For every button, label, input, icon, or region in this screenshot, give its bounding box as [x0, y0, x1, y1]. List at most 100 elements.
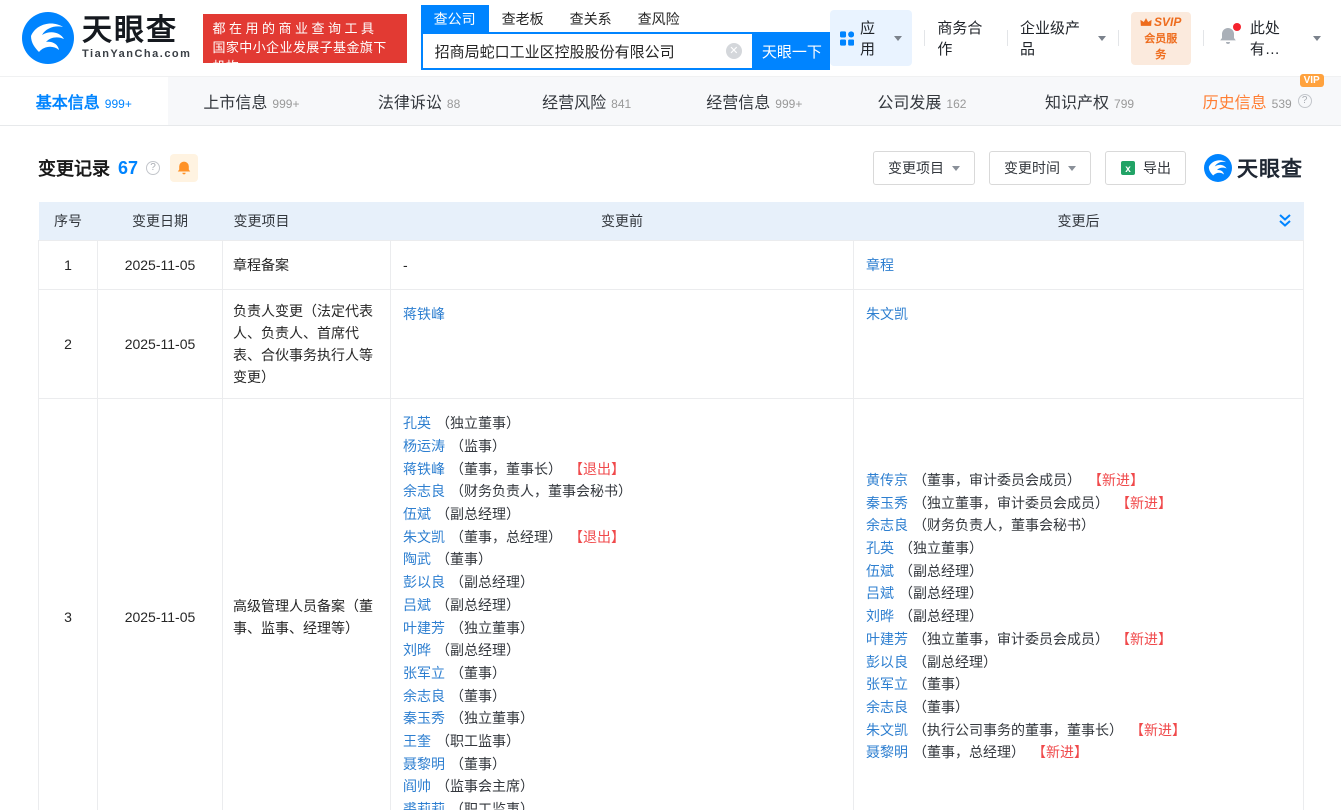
- tab-inner: 历史信息539VIP?: [1203, 89, 1312, 113]
- entity-link[interactable]: 余志良: [866, 699, 908, 715]
- entity-link[interactable]: 余志良: [403, 688, 445, 704]
- tab-count: 841: [611, 97, 631, 111]
- tab-count: 539: [1272, 97, 1292, 111]
- entity-role: （董事）: [436, 551, 492, 567]
- entity-link[interactable]: 蒋铁峰: [403, 461, 445, 477]
- tab-1[interactable]: 基本信息999+: [0, 77, 168, 125]
- tianyancha-logo-icon: [1204, 154, 1232, 182]
- entity-role: （副总经理）: [899, 563, 983, 579]
- entity-link[interactable]: 吕斌: [866, 585, 894, 601]
- entity-role: （董事）: [450, 665, 506, 681]
- tab-5[interactable]: 经营信息999+: [671, 77, 839, 125]
- expand-all-icon[interactable]: [1278, 213, 1292, 231]
- entity-role: （独立董事）: [450, 620, 534, 636]
- clear-icon[interactable]: ✕: [726, 43, 742, 59]
- entity-link[interactable]: 阎帅: [403, 778, 431, 794]
- entity-link[interactable]: 张军立: [866, 676, 908, 692]
- filter-change-time-button[interactable]: 变更时间: [989, 151, 1091, 185]
- entity-link[interactable]: 孔英: [866, 540, 894, 556]
- tab-4[interactable]: 经营风险841: [503, 77, 671, 125]
- change-entry: 朱文凯: [866, 303, 1291, 326]
- search-input[interactable]: [423, 34, 752, 68]
- entity-link[interactable]: 朱文凯: [403, 529, 445, 545]
- tab-3[interactable]: 法律诉讼88: [335, 77, 503, 125]
- entity-role: （董事，审计委员会成员）: [913, 472, 1081, 488]
- entity-link[interactable]: 黄传京: [866, 472, 908, 488]
- export-button[interactable]: x 导出: [1105, 151, 1186, 185]
- tab-count: 999+: [105, 97, 132, 111]
- cell-no: 1: [39, 240, 98, 290]
- change-entry: 秦玉秀（独立董事）: [403, 707, 841, 730]
- entity-link[interactable]: 朱文凯: [866, 722, 908, 738]
- entity-link[interactable]: 刘晔: [866, 608, 894, 624]
- search-button[interactable]: 天眼一下: [754, 32, 830, 70]
- brand-logo[interactable]: 天眼查 TianYanCha.com: [22, 12, 191, 64]
- entity-link[interactable]: 王奎: [403, 733, 431, 749]
- entity-role: （董事）: [913, 699, 969, 715]
- cell-before: 孔英（独立董事）杨运涛（监事）蒋铁峰（董事，董事长）【退出】余志良（财务负责人，…: [391, 399, 854, 810]
- tab-2[interactable]: 上市信息999+: [168, 77, 336, 125]
- business-cooperation-link[interactable]: 商务合作: [937, 17, 995, 59]
- cell-after: 朱文凯: [854, 290, 1304, 399]
- change-entry: 刘晔（副总经理）: [866, 605, 1291, 628]
- apps-menu[interactable]: 应用: [830, 10, 913, 66]
- notifications-bell-button[interactable]: [1218, 26, 1238, 51]
- tab-count: 88: [447, 97, 460, 111]
- entity-link[interactable]: 伍斌: [866, 563, 894, 579]
- change-entry: 朱文凯（执行公司事务的董事，董事长）【新进】: [866, 719, 1291, 742]
- entity-link[interactable]: 聂黎明: [403, 756, 445, 772]
- entity-link[interactable]: 杨运涛: [403, 438, 445, 454]
- entity-role: （独立董事）: [899, 540, 983, 556]
- entity-link[interactable]: 余志良: [866, 517, 908, 533]
- entity-link[interactable]: 吕斌: [403, 597, 431, 613]
- entity-link[interactable]: 秦玉秀: [403, 710, 445, 726]
- column-header: 序号: [39, 202, 98, 240]
- chevron-down-icon: [1068, 166, 1076, 171]
- section-header: 变更记录 67 ? 变更项目 变更时间 x 导出 天: [38, 150, 1303, 186]
- search-tab-查公司[interactable]: 查公司: [421, 5, 489, 32]
- entity-link[interactable]: 朱文凯: [866, 306, 908, 322]
- tab-7[interactable]: 知识产权799: [1006, 77, 1174, 125]
- entity-link[interactable]: 叶建芳: [403, 620, 445, 636]
- search-tab-查关系[interactable]: 查关系: [557, 5, 625, 32]
- table-row: 22025-11-05负责人变更（法定代表人、负责人、首席代表、合伙事务执行人等…: [39, 290, 1304, 399]
- entity-link[interactable]: 刘晔: [403, 642, 431, 658]
- subscribe-bell-button[interactable]: [170, 154, 198, 182]
- watermark-label: 天眼查: [1237, 153, 1303, 183]
- entity-role: （副总经理）: [450, 574, 534, 590]
- entity-link[interactable]: 叶建芳: [866, 631, 908, 647]
- divider: [1007, 30, 1008, 46]
- enterprise-products-link[interactable]: 企业级产品: [1020, 17, 1106, 59]
- entity-link[interactable]: 伍斌: [403, 506, 431, 522]
- notification-dot: [1233, 23, 1241, 31]
- entity-link[interactable]: 裘莉莉: [403, 801, 445, 810]
- help-icon[interactable]: ?: [146, 161, 160, 175]
- svip-membership-button[interactable]: SVIP 会员服务: [1131, 12, 1191, 65]
- user-menu[interactable]: 此处有…: [1250, 17, 1321, 59]
- entity-link[interactable]: 张军立: [403, 665, 445, 681]
- tab-count: 999+: [775, 97, 802, 111]
- brand-name: 天眼查: [82, 16, 191, 46]
- entity-link[interactable]: 孔英: [403, 415, 431, 431]
- bell-icon: [176, 160, 192, 176]
- entity-link[interactable]: 秦玉秀: [866, 495, 908, 511]
- change-entry: 阎帅（监事会主席）: [403, 775, 841, 798]
- tab-6[interactable]: 公司发展162: [838, 77, 1006, 125]
- entity-link[interactable]: 聂黎明: [866, 744, 908, 760]
- entity-link[interactable]: 陶武: [403, 551, 431, 567]
- help-icon[interactable]: ?: [1298, 94, 1312, 108]
- entity-link[interactable]: 蒋铁峰: [403, 306, 445, 322]
- tab-8[interactable]: 历史信息539VIP?: [1173, 77, 1341, 125]
- tab-inner: 基本信息999+: [36, 89, 132, 113]
- entity-link[interactable]: 彭以良: [403, 574, 445, 590]
- entity-link[interactable]: 章程: [866, 257, 894, 273]
- search-tab-查老板[interactable]: 查老板: [489, 5, 557, 32]
- filter-change-item-button[interactable]: 变更项目: [873, 151, 975, 185]
- cell-after: 黄传京（董事，审计委员会成员）【新进】秦玉秀（独立董事，审计委员会成员）【新进】…: [854, 399, 1304, 810]
- cell-date: 2025-11-05: [98, 240, 223, 290]
- search-tab-查风险[interactable]: 查风险: [625, 5, 693, 32]
- entity-link[interactable]: 余志良: [403, 483, 445, 499]
- promo-banner: 都在用的商业查询工具 国家中小企业发展子基金旗下机构: [203, 14, 406, 63]
- entity-link[interactable]: 彭以良: [866, 654, 908, 670]
- change-entry: 彭以良 （副总经理）: [403, 571, 841, 594]
